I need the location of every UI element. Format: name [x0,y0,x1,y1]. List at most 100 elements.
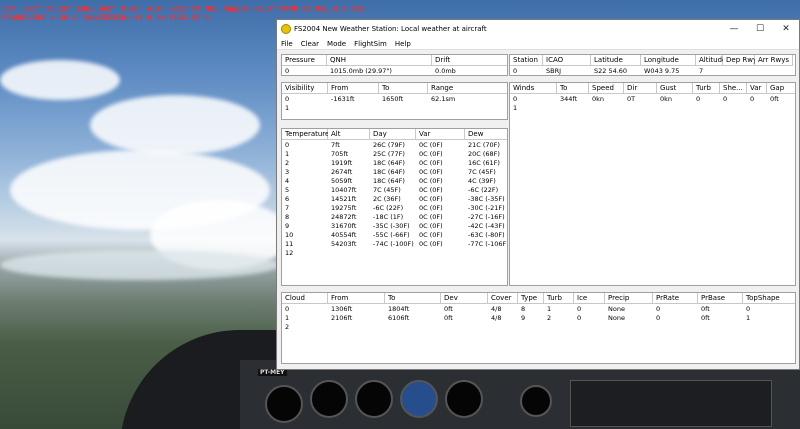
station-header-3[interactable]: Longitude [641,55,696,66]
visibility-cell[interactable] [379,104,431,112]
winds-header-1[interactable]: To [557,83,589,94]
station-grid[interactable]: Station ICAO Latitude Longitude Altitude Dep … [509,54,796,76]
temperature-cell[interactable]: 8 [282,213,331,221]
temperature-cell[interactable] [370,249,419,257]
temperature-cell[interactable]: 0 [282,141,331,149]
temperature-cell[interactable]: 21C (70F) [465,141,507,149]
pressure-cell[interactable]: 1015.0mb (29.97") [327,67,435,75]
station-header-2[interactable]: Latitude [591,55,641,66]
menu-clear[interactable]: Clear [297,40,323,48]
temperature-cell[interactable]: -30C (-21F) [465,204,507,212]
clouds-cell[interactable]: None [605,314,656,322]
temperature-cell[interactable]: -38C (-35F) [465,195,507,203]
temperature-cell[interactable]: 31670ft [328,222,373,230]
temperature-cell[interactable]: 2674ft [328,168,373,176]
temperature-cell[interactable] [465,249,507,257]
visibility-cell[interactable]: -1631ft [328,95,382,103]
winds-header-3[interactable]: Dir [624,83,657,94]
winds-cell[interactable]: 0 [693,95,723,103]
temperature-cell[interactable]: -27C (-16F) [465,213,507,221]
clouds-cell[interactable] [653,323,701,331]
clouds-header-11[interactable]: TopShape [743,293,795,304]
temperature-header-4[interactable]: Dew [465,129,507,140]
temperature-cell[interactable]: 6 [282,195,331,203]
winds-grid[interactable]: Winds To Speed Dir Gust Turb She... Var Gap 0 344f… [509,82,796,286]
clouds-grid[interactable]: Cloud From To Dev Cover Type Turb Ice Precip PrRa… [281,292,796,364]
clouds-header-6[interactable]: Turb [544,293,574,304]
menu-file[interactable]: File [277,40,297,48]
winds-cell[interactable] [624,104,660,112]
visibility-header-2[interactable]: To [379,83,428,94]
visibility-header-1[interactable]: From [328,83,379,94]
clouds-header-3[interactable]: Dev [441,293,488,304]
temperature-cell[interactable]: 19275ft [328,204,373,212]
temperature-cell[interactable]: -18C (1F) [370,213,419,221]
temperature-cell[interactable]: 7C (45F) [465,168,507,176]
temperature-cell[interactable]: 5059ft [328,177,373,185]
temperature-header-1[interactable]: Alt [328,129,370,140]
winds-cell[interactable] [767,104,795,112]
winds-header-4[interactable]: Gust [657,83,693,94]
temperature-cell[interactable]: 10 [282,231,331,239]
station-header-1[interactable]: ICAO [543,55,591,66]
clouds-cell[interactable] [518,323,547,331]
pressure-header-0[interactable]: Pressure [282,55,327,66]
winds-cell[interactable]: 0 [510,95,560,103]
visibility-header-3[interactable]: Range [428,83,507,94]
temperature-cell[interactable]: 0C (0F) [416,195,468,203]
temperature-cell[interactable]: 0C (0F) [416,240,468,248]
temperature-cell[interactable]: 9 [282,222,331,230]
winds-cell[interactable] [557,104,592,112]
clouds-header-7[interactable]: Ice [574,293,605,304]
clouds-cell[interactable]: None [605,305,656,313]
pressure-header-2[interactable]: Drift [432,55,507,66]
clouds-cell[interactable]: 0ft [441,305,491,313]
clouds-cell[interactable]: 0ft [441,314,491,322]
clouds-cell[interactable]: 0 [653,305,701,313]
station-cell[interactable]: 0 [510,67,546,75]
temperature-cell[interactable]: 4 [282,177,331,185]
visibility-cell[interactable] [328,104,382,112]
clouds-cell[interactable] [743,323,795,331]
clouds-cell[interactable]: 1 [544,305,577,313]
winds-header-2[interactable]: Speed [589,83,624,94]
winds-header-8[interactable]: Gap [767,83,795,94]
temperature-cell[interactable] [328,249,373,257]
temperature-cell[interactable]: 0C (0F) [416,231,468,239]
winds-header-7[interactable]: Var [747,83,767,94]
station-cell[interactable] [755,67,795,75]
temperature-cell[interactable]: 7C (45F) [370,186,419,194]
visibility-header-0[interactable]: Visibility [282,83,328,94]
clouds-cell[interactable]: 1 [282,314,331,322]
clouds-cell[interactable] [328,323,388,331]
clouds-cell[interactable] [488,323,521,331]
temperature-cell[interactable]: 40554ft [328,231,373,239]
winds-cell[interactable]: 344ft [557,95,592,103]
temperature-cell[interactable]: -42C (-43F) [465,222,507,230]
temperature-cell[interactable] [416,249,468,257]
temperature-cell[interactable]: 12 [282,249,331,257]
pressure-header-1[interactable]: QNH [327,55,432,66]
temperature-cell[interactable]: 0C (0F) [416,222,468,230]
clouds-cell[interactable] [574,323,608,331]
clouds-cell[interactable] [441,323,491,331]
winds-cell[interactable] [720,104,750,112]
temperature-cell[interactable]: -77C (-106F) [465,240,507,248]
clouds-header-2[interactable]: To [385,293,441,304]
station-cell[interactable]: W043 9.75 [641,67,699,75]
temperature-cell[interactable]: 20C (68F) [465,150,507,158]
temperature-grid[interactable]: Temperature Alt Day Var Dew 0 7ft 26C (79F) 0C (… [281,128,508,286]
winds-cell[interactable]: 1 [510,104,560,112]
station-cell[interactable]: S22 54.60 [591,67,644,75]
clouds-cell[interactable]: 0 [574,305,608,313]
temperature-cell[interactable]: 54203ft [328,240,373,248]
temperature-cell[interactable]: 25C (77F) [370,150,419,158]
clouds-cell[interactable]: 1804ft [385,305,444,313]
clouds-cell[interactable]: 8 [518,305,547,313]
winds-cell[interactable]: 0kn [589,95,627,103]
clouds-cell[interactable] [544,323,577,331]
clouds-cell[interactable]: 2 [544,314,577,322]
winds-header-6[interactable]: She... [720,83,747,94]
clouds-cell[interactable]: 0 [282,305,331,313]
clouds-cell[interactable] [698,323,746,331]
